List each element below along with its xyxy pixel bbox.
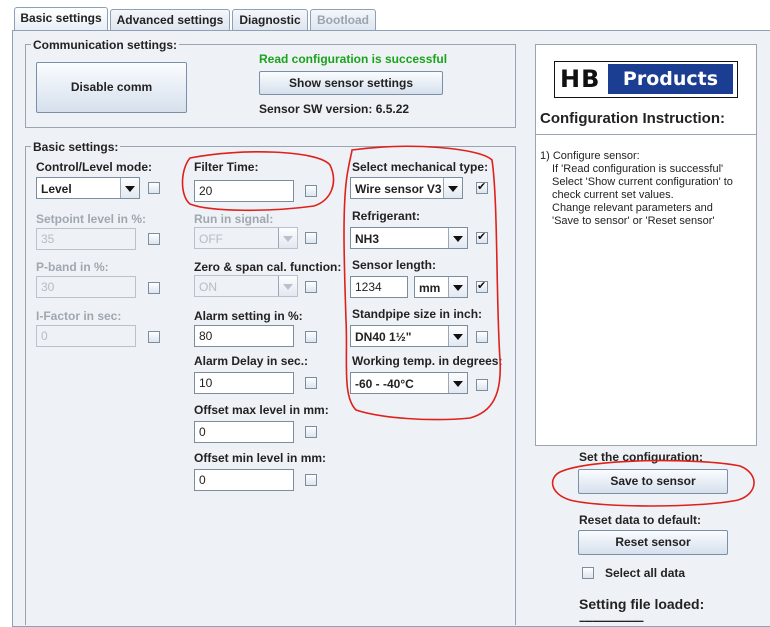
control-level-mode-select[interactable]: Level — [36, 177, 140, 199]
mechanical-type-checkbox[interactable] — [476, 180, 488, 194]
chevron-down-icon[interactable] — [278, 228, 297, 248]
instruction-line: check current set values. — [552, 189, 674, 201]
run-in-signal-label: Run in signal: — [194, 212, 274, 226]
chevron-down-icon[interactable] — [120, 178, 139, 198]
offset-min-level-input[interactable]: 0 — [194, 469, 294, 491]
i-factor-checkbox[interactable] — [148, 331, 160, 343]
show-sensor-settings-button[interactable]: Show sensor settings — [259, 71, 443, 95]
p-band-checkbox[interactable] — [148, 282, 160, 294]
reset-data-label: Reset data to default: — [579, 513, 702, 527]
alarm-delay-label: Alarm Delay in sec.: — [194, 354, 309, 368]
instruction-line: Select 'Show current configuration' to — [552, 176, 733, 188]
instruction-line: If 'Read configuration is successful' — [552, 163, 724, 175]
zero-span-cal-label: Zero & span cal. function: — [194, 260, 342, 274]
run-in-signal-select[interactable]: OFF — [194, 227, 298, 249]
refrigerant-select[interactable]: NH3 — [350, 227, 468, 249]
instruction-line: 1) Configure sensor: — [540, 150, 640, 162]
p-band-label: P-band in %: — [36, 260, 109, 274]
set-configuration-label: Set the configuration: — [579, 450, 703, 464]
sensor-length-label: Sensor length: — [352, 258, 437, 272]
standpipe-size-select[interactable]: DN40 1½" — [350, 325, 468, 347]
sensor-length-input[interactable]: 1234 — [350, 276, 408, 298]
logo-products-text: Products — [608, 64, 733, 94]
communication-settings-title: Communication settings: — [31, 38, 180, 52]
run-in-signal-checkbox[interactable] — [305, 232, 317, 244]
instruction-line: 'Save to sensor' or 'Reset sensor' — [552, 215, 715, 227]
tab-bar: Basic settings Advanced settings Diagnos… — [0, 0, 770, 31]
read-status-text: Read configuration is successful — [259, 52, 448, 66]
run-in-signal-value: OFF — [199, 232, 223, 246]
offset-max-level-checkbox[interactable] — [305, 426, 317, 438]
instruction-line: Change relevant parameters and — [552, 202, 713, 214]
control-level-mode-value: Level — [41, 182, 72, 196]
setpoint-level-checkbox[interactable] — [148, 233, 160, 245]
alarm-setting-input[interactable]: 80 — [194, 325, 294, 347]
setting-file-loaded-label: Setting file loaded: — [579, 596, 705, 612]
hb-products-logo: HB Products — [554, 61, 738, 98]
filter-time-input[interactable]: 20 — [194, 180, 294, 202]
save-to-sensor-button[interactable]: Save to sensor — [578, 469, 728, 494]
chevron-down-icon[interactable] — [448, 326, 467, 346]
select-all-data-label: Select all data — [605, 566, 686, 580]
tab-bootload[interactable]: Bootload — [310, 9, 376, 30]
mechanical-type-value: Wire sensor V3 — [355, 182, 442, 196]
chevron-down-icon[interactable] — [443, 178, 462, 198]
refrigerant-label: Refrigerant: — [352, 209, 421, 223]
i-factor-input[interactable]: 0 — [36, 325, 136, 347]
logo-hb-text: HB — [560, 65, 601, 93]
instruction-divider — [536, 134, 756, 135]
refrigerant-checkbox[interactable] — [476, 230, 488, 244]
chevron-down-icon[interactable] — [448, 373, 467, 393]
zero-span-cal-checkbox[interactable] — [305, 281, 317, 293]
i-factor-label: I-Factor in sec: — [36, 309, 122, 323]
control-level-mode-label: Control/Level mode: — [36, 160, 153, 174]
select-all-data-checkbox[interactable] — [582, 567, 594, 579]
refrigerant-value: NH3 — [355, 232, 380, 246]
length-unit-select[interactable]: mm — [414, 276, 468, 298]
instruction-title: Configuration Instruction: — [540, 110, 725, 127]
offset-max-level-input[interactable]: 0 — [194, 421, 294, 443]
alarm-setting-checkbox[interactable] — [305, 331, 317, 343]
mechanical-type-label: Select mechanical type: — [352, 160, 489, 174]
tab-basic-settings[interactable]: Basic settings — [14, 7, 108, 31]
control-level-mode-checkbox[interactable] — [148, 182, 160, 194]
alarm-delay-checkbox[interactable] — [305, 377, 317, 389]
alarm-delay-input[interactable]: 10 — [194, 372, 294, 394]
filter-time-checkbox[interactable] — [305, 185, 317, 197]
tab-advanced-settings[interactable]: Advanced settings — [110, 9, 230, 30]
standpipe-size-label: Standpipe size in inch: — [352, 307, 483, 321]
standpipe-size-checkbox[interactable] — [476, 331, 488, 343]
chevron-down-icon[interactable] — [448, 228, 467, 248]
offset-min-level-checkbox[interactable] — [305, 474, 317, 486]
working-temp-value: -60 - -40°C — [355, 377, 414, 391]
p-band-input[interactable]: 30 — [36, 276, 136, 298]
zero-span-cal-value: ON — [199, 280, 217, 294]
tab-diagnostic[interactable]: Diagnostic — [232, 9, 308, 30]
chevron-down-icon[interactable] — [448, 277, 467, 297]
working-temp-label: Working temp. in degrees: — [352, 354, 503, 368]
filter-time-label: Filter Time: — [194, 160, 259, 174]
alarm-setting-label: Alarm setting in %: — [194, 309, 303, 323]
sensor-sw-version: Sensor SW version: 6.5.22 — [259, 102, 410, 116]
configuration-instruction-panel: HB Products Configuration Instruction: 1… — [535, 44, 757, 446]
working-temp-checkbox[interactable] — [476, 379, 488, 391]
offset-max-level-label: Offset max level in mm: — [194, 403, 329, 417]
setpoint-level-input[interactable]: 35 — [36, 228, 136, 250]
zero-span-cal-select[interactable]: ON — [194, 275, 298, 297]
length-unit-value: mm — [419, 281, 441, 295]
sensor-length-checkbox[interactable] — [476, 279, 488, 293]
setting-file-loaded-value: ------------------------ — [579, 615, 644, 627]
chevron-down-icon[interactable] — [278, 276, 297, 296]
basic-settings-title: Basic settings: — [31, 140, 121, 154]
offset-min-level-label: Offset min level in mm: — [194, 451, 327, 465]
working-temp-select[interactable]: -60 - -40°C — [350, 372, 468, 394]
reset-sensor-button[interactable]: Reset sensor — [578, 530, 728, 555]
mechanical-type-select[interactable]: Wire sensor V3 — [350, 177, 463, 199]
standpipe-size-value: DN40 1½" — [355, 330, 412, 344]
disable-comm-button[interactable]: Disable comm — [36, 62, 187, 113]
setpoint-level-label: Setpoint level in %: — [36, 212, 147, 226]
